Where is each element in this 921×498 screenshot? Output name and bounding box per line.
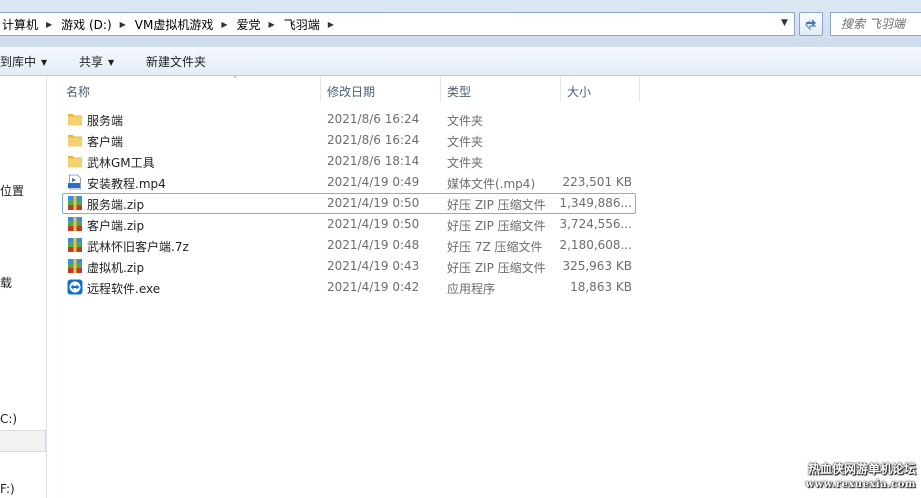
- file-name: 武林怀旧客户端.7z: [87, 240, 189, 254]
- column-size-label: 大小: [567, 85, 592, 99]
- file-size: 18,863 KB: [570, 280, 632, 294]
- refresh-icon: [805, 19, 816, 31]
- list-item[interactable]: 客户端 2021/8/6 16:24 文件夹: [62, 130, 636, 151]
- file-size: 3,724,556...: [559, 217, 632, 231]
- nav-item-selected[interactable]: [0, 430, 46, 452]
- file-name: 服务端: [87, 114, 124, 128]
- nav-item-locations[interactable]: 位置: [0, 182, 24, 199]
- archive-icon: [68, 259, 82, 273]
- file-type: 文件夹: [447, 135, 484, 149]
- column-name-label: 名称: [66, 85, 91, 99]
- file-date: 2021/8/6 16:24: [327, 133, 420, 147]
- file-type: 媒体文件(.mp4): [447, 177, 536, 191]
- file-date: 2021/4/19 0:43: [327, 259, 420, 273]
- file-type: 应用程序: [447, 282, 496, 296]
- breadcrumb-feiyu[interactable]: 飞羽端: [284, 16, 320, 33]
- teamviewer-icon: [67, 279, 83, 295]
- file-date: 2021/8/6 16:24: [327, 112, 420, 126]
- column-header-row: ˄ 名称 修改日期 类型 大小: [48, 76, 921, 102]
- chevron-down-icon: ▼: [41, 58, 48, 67]
- file-type: 好压 ZIP 压缩文件: [447, 261, 546, 275]
- nav-item-drive-c[interactable]: C:): [0, 412, 17, 426]
- address-bar-region: 计算机 ▶ 游戏 (D:) ▶ VM虚拟机游戏 ▶ 爱党 ▶ 飞羽端 ▶ ▼: [0, 0, 921, 47]
- chevron-down-icon[interactable]: ▼: [781, 18, 788, 28]
- file-date: 2021/8/6 18:14: [327, 154, 420, 168]
- chevron-right-icon[interactable]: ▶: [328, 20, 334, 29]
- folder-icon: [68, 135, 82, 147]
- file-type: 好压 ZIP 压缩文件: [447, 198, 546, 212]
- column-header-name[interactable]: 名称: [60, 76, 321, 102]
- command-bar: 到库中 ▼ 共享 ▼ 新建文件夹: [0, 47, 921, 76]
- breadcrumb-vm-games[interactable]: VM虚拟机游戏: [135, 16, 214, 33]
- file-type: 文件夹: [447, 114, 484, 128]
- list-item-selected[interactable]: 服务端.zip 2021/4/19 0:50 好压 ZIP 压缩文件 1,349…: [62, 193, 636, 214]
- file-name: 远程软件.exe: [87, 282, 161, 296]
- refresh-button[interactable]: [799, 12, 823, 36]
- new-folder-label: 新建文件夹: [146, 55, 207, 69]
- navigation-pane: 位置 载 C:) F:): [0, 76, 47, 498]
- file-date: 2021/4/19 0:49: [327, 175, 420, 189]
- column-header-date[interactable]: 修改日期: [321, 76, 441, 102]
- file-name: 客户端.zip: [87, 219, 145, 233]
- archive-icon: [68, 196, 82, 210]
- column-date-label: 修改日期: [327, 85, 376, 99]
- address-bar[interactable]: 计算机 ▶ 游戏 (D:) ▶ VM虚拟机游戏 ▶ 爱党 ▶ 飞羽端 ▶ ▼: [0, 12, 795, 36]
- archive-icon: [68, 238, 82, 252]
- chevron-right-icon[interactable]: ▶: [120, 20, 126, 29]
- breadcrumb-computer[interactable]: 计算机: [2, 16, 38, 33]
- column-header-size[interactable]: 大小: [561, 76, 640, 102]
- file-type: 好压 7Z 压缩文件: [447, 240, 543, 254]
- list-item[interactable]: 武林GM工具 2021/8/6 18:14 文件夹: [62, 151, 636, 172]
- breadcrumb-aidang[interactable]: 爱党: [237, 16, 261, 33]
- file-size: 1,349,886...: [559, 196, 632, 210]
- search-box[interactable]: [830, 12, 921, 36]
- file-name: 服务端.zip: [87, 198, 145, 212]
- file-name: 武林GM工具: [87, 156, 155, 170]
- archive-icon: [68, 217, 82, 231]
- list-item[interactable]: 安装教程.mp4 2021/4/19 0:49 媒体文件(.mp4) 223,5…: [62, 172, 636, 193]
- search-input[interactable]: [831, 13, 921, 34]
- mp4-file-icon: [68, 174, 81, 190]
- folder-icon: [68, 156, 82, 168]
- file-type: 好压 ZIP 压缩文件: [447, 219, 546, 233]
- file-size: 223,501 KB: [562, 175, 632, 189]
- watermark-url: www.rexuexia.com: [805, 479, 916, 490]
- file-type: 文件夹: [447, 156, 484, 170]
- folder-icon: [68, 114, 82, 126]
- breadcrumb-drive-d[interactable]: 游戏 (D:): [61, 16, 111, 33]
- include-in-library-label: 到库中: [0, 55, 37, 69]
- nav-item-downloads[interactable]: 载: [0, 274, 12, 291]
- file-date: 2021/4/19 0:48: [327, 238, 420, 252]
- list-item[interactable]: 虚拟机.zip 2021/4/19 0:43 好压 ZIP 压缩文件 325,9…: [62, 256, 636, 277]
- file-size: 2,180,608...: [559, 238, 632, 252]
- watermark-title: 热血侠网游单机论坛: [807, 462, 916, 476]
- nav-item-drive-f[interactable]: F:): [0, 482, 15, 496]
- chevron-right-icon[interactable]: ▶: [221, 20, 227, 29]
- column-header-type[interactable]: 类型: [441, 76, 561, 102]
- share-label: 共享: [79, 55, 104, 69]
- list-item[interactable]: 远程软件.exe 2021/4/19 0:42 应用程序 18,863 KB: [62, 277, 636, 298]
- file-name: 安装教程.mp4: [87, 177, 166, 191]
- column-type-label: 类型: [447, 85, 472, 99]
- file-size: 325,963 KB: [562, 259, 632, 273]
- include-in-library-button[interactable]: 到库中 ▼: [0, 53, 47, 70]
- chevron-right-icon[interactable]: ▶: [269, 20, 275, 29]
- chevron-down-icon: ▼: [108, 58, 115, 67]
- file-date: 2021/4/19 0:42: [327, 280, 420, 294]
- list-item[interactable]: 武林怀旧客户端.7z 2021/4/19 0:48 好压 7Z 压缩文件 2,1…: [62, 235, 636, 256]
- chevron-right-icon[interactable]: ▶: [46, 20, 52, 29]
- watermark: 热血侠网游单机论坛 www.rexuexia.com: [796, 462, 916, 492]
- file-name: 虚拟机.zip: [87, 261, 145, 275]
- share-button[interactable]: 共享 ▼: [79, 53, 114, 70]
- file-date: 2021/4/19 0:50: [327, 196, 420, 210]
- list-item[interactable]: 客户端.zip 2021/4/19 0:50 好压 ZIP 压缩文件 3,724…: [62, 214, 636, 235]
- new-folder-button[interactable]: 新建文件夹: [146, 53, 206, 70]
- breadcrumb: 计算机 ▶ 游戏 (D:) ▶ VM虚拟机游戏 ▶ 爱党 ▶ 飞羽端 ▶: [2, 13, 343, 35]
- file-name: 客户端: [87, 135, 124, 149]
- list-item[interactable]: 服务端 2021/8/6 16:24 文件夹: [62, 109, 636, 130]
- file-date: 2021/4/19 0:50: [327, 217, 420, 231]
